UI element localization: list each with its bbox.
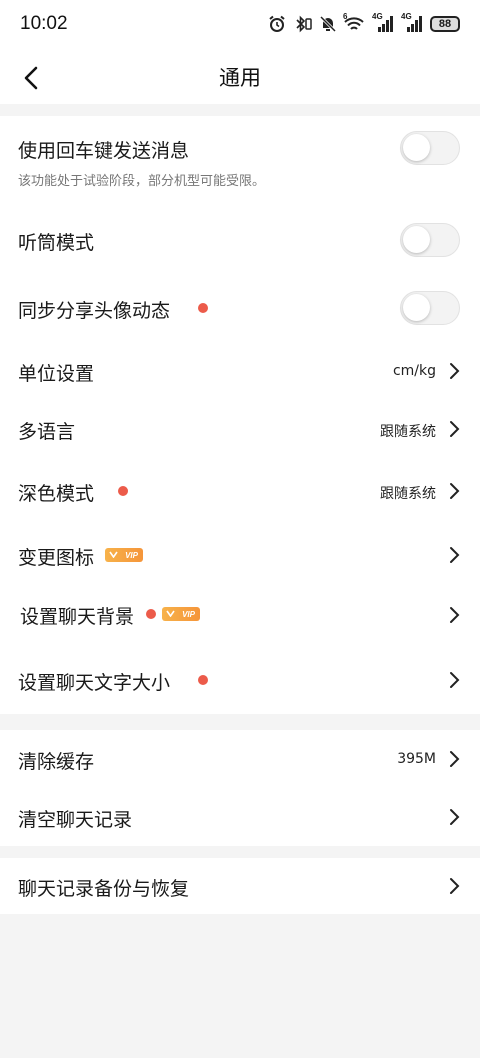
enter-send-description: 该功能处于试验阶段，部分机型可能受限。 (18, 174, 266, 189)
vip-badge-text: VIP (182, 609, 195, 619)
receiver-mode-label: 听筒模式 (18, 232, 95, 254)
wifi-label: 6 (343, 12, 348, 21)
language-label: 多语言 (18, 421, 76, 443)
setting-clear-history[interactable]: 清空聊天记录 (0, 788, 480, 846)
new-indicator-dot (118, 486, 128, 496)
battery-indicator: 88 (430, 16, 460, 32)
clear-history-label: 清空聊天记录 (18, 809, 133, 831)
chevron-right-icon (450, 672, 460, 688)
vip-badge: VIP (105, 548, 143, 562)
storage-section: 清除缓存 395M 清空聊天记录 (0, 730, 480, 846)
backup-restore-label: 聊天记录备份与恢复 (18, 878, 190, 900)
receiver-mode-toggle[interactable] (400, 223, 460, 257)
setting-language[interactable]: 多语言 跟随系统 (0, 400, 480, 458)
setting-backup-restore[interactable]: 聊天记录备份与恢复 (0, 858, 480, 914)
status-time: 10:02 (20, 13, 68, 34)
general-settings-section: 使用回车键发送消息 该功能处于试验阶段，部分机型可能受限。 听筒模式 同步分享头… (0, 116, 480, 714)
signal-icon-2: 4G (401, 12, 423, 33)
setting-chat-background[interactable]: 设置聊天背景 VIP (0, 584, 480, 644)
vip-crown-icon (166, 610, 175, 617)
change-icon-label: 变更图标 (18, 547, 95, 569)
header-bar: 通用 (0, 48, 480, 104)
alarm-icon (269, 15, 285, 32)
vip-badge-text: VIP (125, 550, 138, 560)
setting-dark-mode[interactable]: 深色模式 跟随系统 (0, 462, 480, 520)
clear-cache-label: 清除缓存 (18, 751, 95, 773)
chevron-right-icon (450, 363, 460, 379)
chevron-right-icon (450, 878, 460, 894)
chat-background-label: 设置聊天背景 (20, 606, 135, 628)
units-label: 单位设置 (18, 363, 95, 385)
setting-enter-send[interactable]: 使用回车键发送消息 该功能处于试验阶段，部分机型可能受限。 (0, 116, 480, 202)
new-indicator-dot (198, 303, 208, 313)
setting-chat-font-size[interactable]: 设置聊天文字大小 (0, 650, 480, 712)
cache-size-value: 395M (397, 751, 436, 767)
setting-units[interactable]: 单位设置 cm/kg (0, 342, 480, 400)
setting-sync-avatar[interactable]: 同步分享头像动态 (0, 276, 480, 338)
language-value: 跟随系统 (380, 424, 436, 440)
setting-change-icon[interactable]: 变更图标 VIP (0, 524, 480, 584)
enter-send-label: 使用回车键发送消息 (18, 140, 190, 162)
sync-avatar-toggle[interactable] (400, 291, 460, 325)
dark-mode-label: 深色模式 (18, 483, 95, 505)
page-title: 通用 (219, 66, 261, 90)
chevron-right-icon (450, 607, 460, 623)
chevron-right-icon (450, 547, 460, 563)
backup-section: 聊天记录备份与恢复 (0, 858, 480, 914)
setting-receiver-mode[interactable]: 听筒模式 (0, 208, 480, 270)
dark-mode-value: 跟随系统 (380, 486, 436, 502)
chat-font-size-label: 设置聊天文字大小 (18, 672, 171, 694)
chevron-right-icon (450, 809, 460, 825)
signal-icon-1: 4G (372, 12, 394, 33)
vip-crown-icon (109, 551, 118, 558)
setting-clear-cache[interactable]: 清除缓存 395M (0, 730, 480, 788)
chevron-right-icon (450, 751, 460, 767)
wifi-icon: 6 (343, 12, 365, 33)
chevron-right-icon (450, 421, 460, 437)
chevron-right-icon (450, 483, 460, 499)
status-icons: 6 4G 4G 88 (268, 12, 460, 35)
sync-avatar-label: 同步分享头像动态 (18, 300, 171, 322)
toggle-knob (403, 134, 430, 161)
mute-bell-icon (320, 15, 336, 33)
units-value: cm/kg (392, 363, 436, 379)
vip-badge: VIP (162, 607, 200, 621)
enter-send-toggle[interactable] (400, 131, 460, 165)
bluetooth-vibrate-icon (296, 15, 312, 33)
toggle-knob (403, 226, 430, 253)
new-indicator-dot (198, 675, 208, 685)
new-indicator-dot (146, 609, 156, 619)
status-bar: 10:02 6 4G 4G 88 (0, 0, 480, 48)
toggle-knob (403, 294, 430, 321)
